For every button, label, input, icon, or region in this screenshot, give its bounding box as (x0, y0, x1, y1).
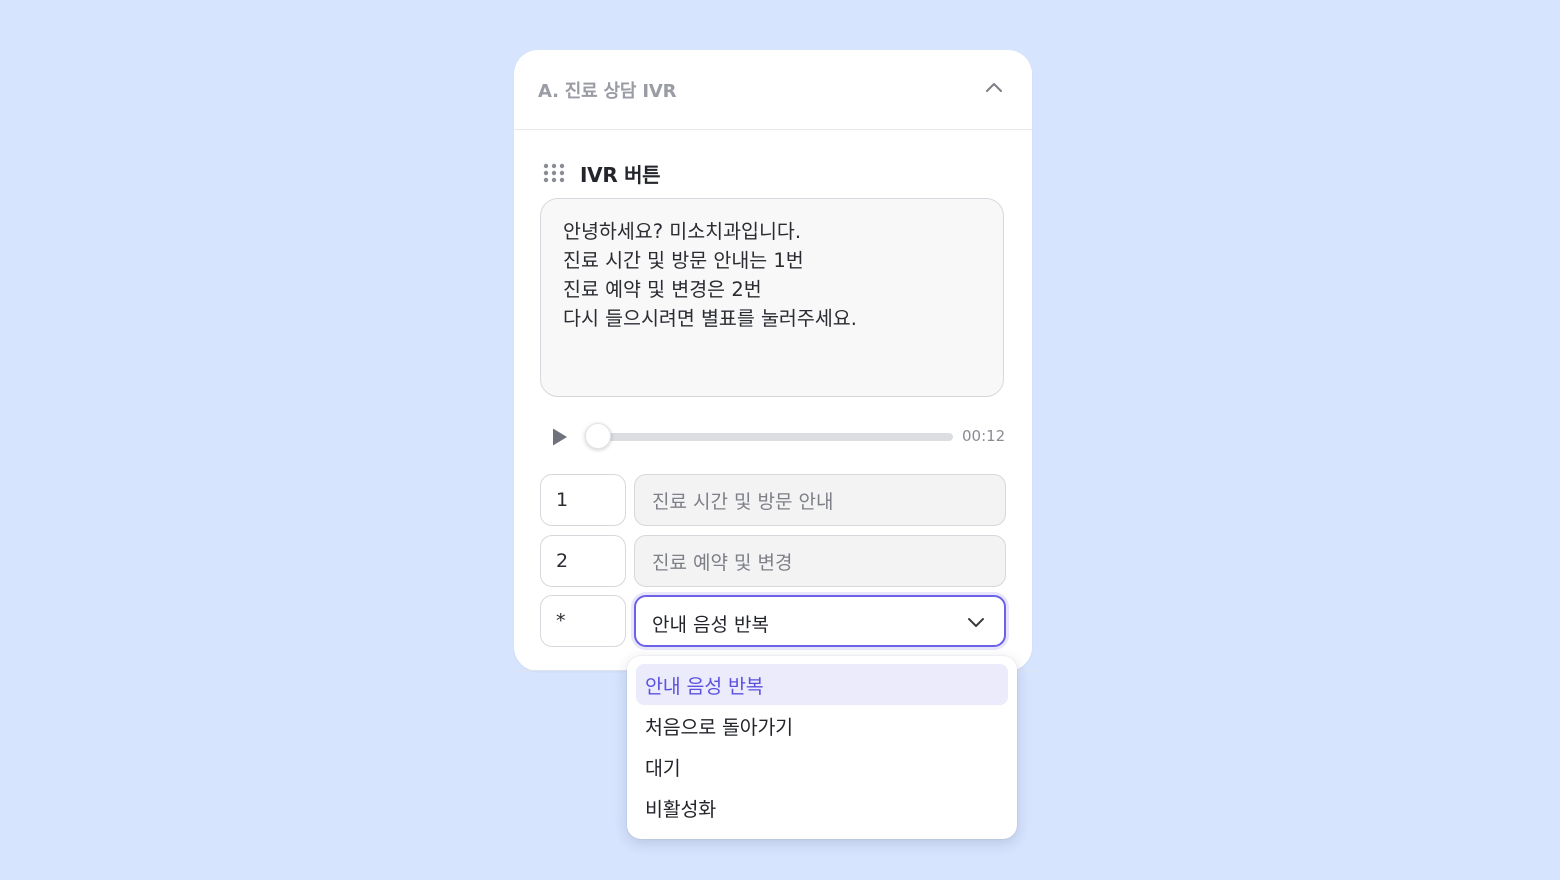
drag-handle-icon[interactable] (542, 161, 566, 185)
section-title: IVR 버튼 (580, 162, 661, 187)
option-key-input[interactable] (540, 535, 626, 587)
option-label-input[interactable] (634, 535, 1006, 587)
chevron-up-icon[interactable] (982, 76, 1006, 100)
dropdown-item[interactable]: 처음으로 돌아가기 (636, 705, 1008, 746)
chevron-down-icon (966, 612, 986, 632)
dropdown-item[interactable]: 비활성화 (636, 787, 1008, 828)
audio-player: 00:12 (550, 423, 1006, 451)
audio-progress-thumb[interactable] (585, 423, 611, 449)
option-action-select[interactable]: 안내 음성 반복 (634, 595, 1006, 647)
option-row (540, 535, 1006, 587)
panel-header[interactable]: A. 진료 상담 IVR (514, 50, 1032, 130)
play-icon[interactable] (550, 427, 570, 447)
option-dropdown-menu: 안내 음성 반복 처음으로 돌아가기 대기 비활성화 (627, 656, 1017, 839)
ivr-panel: A. 진료 상담 IVR IVR 버튼 안녕하세요? 미소치과입니다. 진료 시… (514, 50, 1032, 671)
option-row (540, 474, 1006, 526)
dropdown-item[interactable]: 안내 음성 반복 (636, 664, 1008, 705)
select-value: 안내 음성 반복 (652, 614, 769, 636)
option-key-input[interactable] (540, 595, 626, 647)
section-header: IVR 버튼 (542, 160, 661, 187)
option-label-input[interactable] (634, 474, 1006, 526)
panel-title: A. 진료 상담 IVR (538, 81, 677, 102)
option-row: 안내 음성 반복 (540, 595, 1006, 647)
audio-progress-track[interactable] (597, 433, 953, 441)
dropdown-item[interactable]: 대기 (636, 746, 1008, 787)
audio-duration: 00:12 (962, 427, 1006, 445)
ivr-message-textarea[interactable]: 안녕하세요? 미소치과입니다. 진료 시간 및 방문 안내는 1번 진료 예약 … (540, 198, 1004, 397)
option-key-input[interactable] (540, 474, 626, 526)
